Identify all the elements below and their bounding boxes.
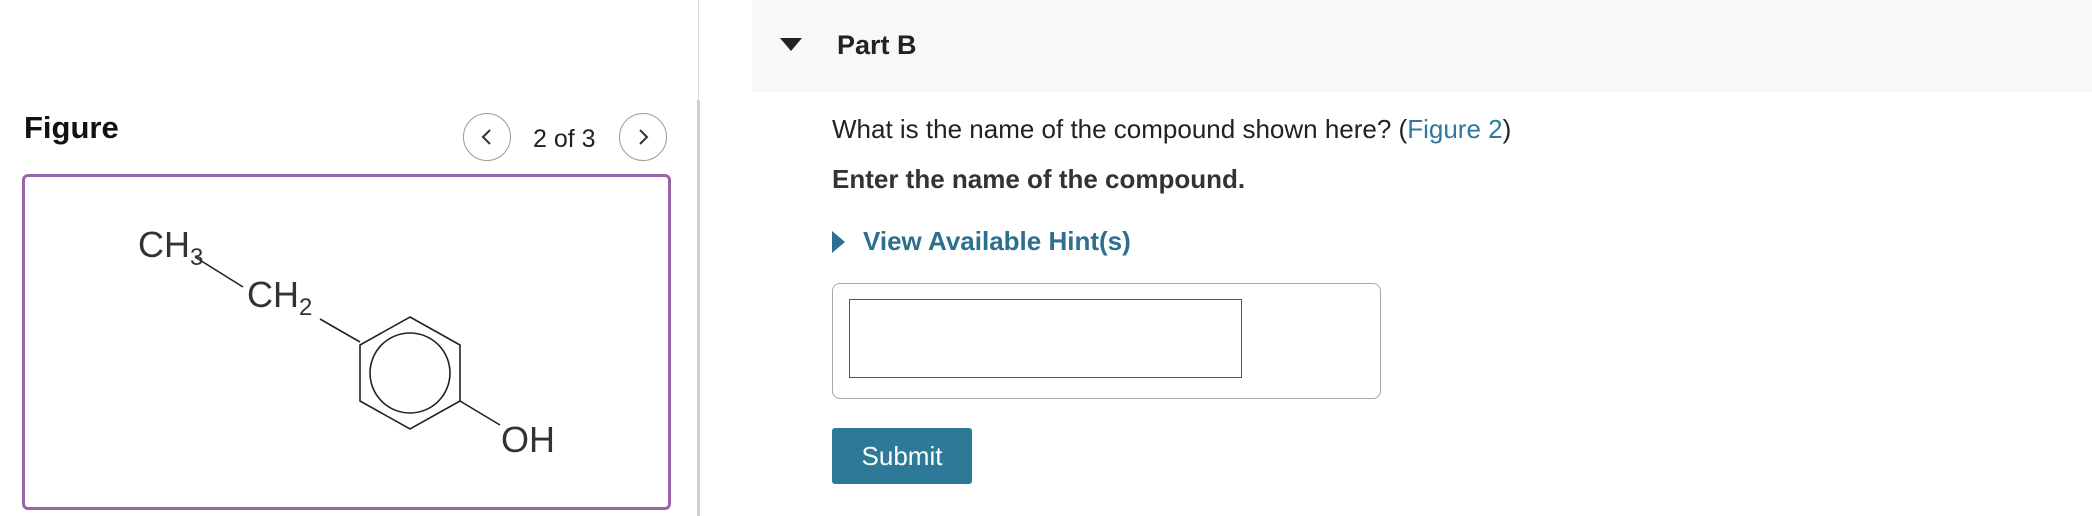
hint-label: View Available Hint(s) [863,226,1131,256]
ch3-label: CH3 [138,224,203,271]
previous-figure-button[interactable] [463,113,511,161]
answer-container [832,283,1381,399]
caret-right-icon [832,230,845,253]
ch2-label: CH2 [247,274,312,321]
panel-divider-top [698,0,699,100]
chevron-right-icon [639,129,649,145]
part-header[interactable]: Part B [752,0,2092,92]
figure-counter: 2 of 3 [533,125,596,153]
question-prefix: What is the name of the compound shown h… [832,114,1408,144]
bond-ring-oh [459,400,501,426]
figure-panel: Figure 2 of 3 CH3 CH2 OH [0,0,697,516]
view-hints-toggle[interactable]: View Available Hint(s) [832,226,1131,257]
figure-link[interactable]: Figure 2 [1407,114,1502,144]
oh-label: OH [501,419,555,460]
chemical-structure: CH3 CH2 OH [138,224,555,460]
bond-ch2-ring [319,318,361,343]
next-figure-button[interactable] [619,113,667,161]
instruction-text: Enter the name of the compound. [832,164,1246,194]
chevron-left-icon [481,129,491,145]
part-title: Part B [837,30,917,60]
panel-divider[interactable] [697,100,700,516]
answer-input[interactable] [849,299,1242,378]
caret-down-icon[interactable] [780,38,802,51]
submit-button[interactable]: Submit [832,428,972,484]
figure-title: Figure [24,110,119,145]
aromatic-circle [369,332,451,414]
question-text: What is the name of the compound shown h… [832,114,1511,145]
figure-frame: CH3 CH2 OH [22,174,671,510]
question-suffix: ) [1502,114,1512,144]
